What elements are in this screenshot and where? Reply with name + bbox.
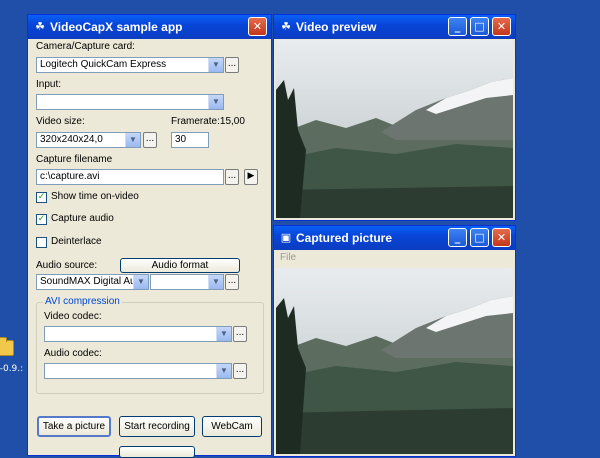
camera-settings-button[interactable]: ... — [225, 57, 239, 73]
minimize-button[interactable]: _ — [448, 228, 467, 247]
mountain-landscape-image — [276, 40, 513, 218]
maximize-button[interactable]: □ — [470, 17, 489, 36]
avi-compression-group: AVI compression Video codec: ▼ ... Audio… — [36, 296, 264, 394]
chevron-down-icon[interactable]: ▼ — [208, 275, 223, 289]
video-size-settings-button[interactable]: ... — [143, 132, 157, 148]
audio-format-button[interactable]: Audio format — [120, 258, 240, 273]
play-button[interactable]: ▶ — [244, 169, 258, 185]
captured-picture-titlebar[interactable]: ▣ Captured picture _ □ ✕ — [274, 226, 515, 250]
capture-audio-label: Capture audio — [51, 213, 114, 224]
audio-source-settings-button[interactable]: ... — [225, 274, 239, 290]
close-button[interactable]: ✕ — [492, 228, 511, 247]
video-size-select[interactable]: 320x240x24,0 ▼ — [36, 132, 141, 148]
deinterlace-checkbox[interactable] — [36, 237, 47, 248]
main-window: ☘ VideoCapX sample app ✕ Camera/Capture … — [27, 14, 272, 458]
desktop-icon-label: 2-0.9.: — [0, 364, 24, 374]
chevron-down-icon[interactable]: ▼ — [216, 364, 231, 378]
audio-source-second-select[interactable]: ▼ — [150, 274, 224, 290]
chevron-down-icon[interactable]: ▼ — [216, 327, 231, 341]
framerate-label: Framerate:15,00 — [171, 116, 245, 127]
mountain-landscape-image — [276, 268, 513, 454]
captured-picture-title: Captured picture — [296, 231, 393, 245]
captured-picture-window: ▣ Captured picture _ □ ✕ File — [273, 225, 516, 457]
video-preview-icon: ☘ — [281, 20, 291, 33]
browse-filename-button[interactable]: ... — [225, 169, 239, 185]
chevron-down-icon[interactable]: ▼ — [208, 58, 223, 72]
show-time-label: Show time on-video — [51, 191, 139, 202]
folder-icon — [0, 337, 14, 356]
camera-label: Camera/Capture card: — [36, 41, 135, 52]
audio-source-select[interactable]: SoundMAX Digital Au ▼ — [36, 274, 149, 290]
audio-source-label: Audio source: — [36, 260, 98, 271]
avi-compression-title: AVI compression — [43, 296, 122, 307]
framerate-input[interactable]: 30 — [171, 132, 209, 148]
video-size-value: 320x240x24,0 — [40, 134, 103, 145]
close-button[interactable]: ✕ — [248, 17, 267, 36]
capture-audio-checkbox[interactable]: ✓ — [36, 214, 47, 225]
menu-bar: File — [274, 251, 515, 267]
audio-codec-select[interactable]: ▼ — [44, 363, 232, 379]
minimize-button[interactable]: _ — [448, 17, 467, 36]
main-window-title: VideoCapX sample app — [50, 20, 183, 34]
video-size-label: Video size: — [36, 116, 85, 127]
captured-picture-image — [276, 268, 513, 454]
audio-codec-label: Audio codec: — [44, 348, 102, 359]
chevron-down-icon[interactable]: ▼ — [125, 133, 140, 147]
deinterlace-label: Deinterlace — [51, 236, 102, 247]
input-select[interactable]: ▼ — [36, 94, 224, 110]
camera-select[interactable]: Logitech QuickCam Express ▼ — [36, 57, 224, 73]
webcam-button[interactable]: WebCam — [202, 416, 262, 437]
show-time-checkbox[interactable]: ✓ — [36, 192, 47, 203]
video-codec-settings-button[interactable]: ... — [233, 326, 247, 342]
captured-picture-icon: ▣ — [280, 231, 292, 244]
chevron-down-icon[interactable]: ▼ — [133, 275, 148, 289]
video-preview-titlebar[interactable]: ☘ Video preview _ □ ✕ — [274, 15, 515, 39]
video-preview-image — [276, 40, 513, 218]
video-preview-title: Video preview — [296, 20, 377, 34]
start-recording-button[interactable]: Start recording — [119, 416, 195, 437]
main-window-titlebar[interactable]: ☘ VideoCapX sample app ✕ — [28, 15, 271, 39]
app-camera-icon: ☘ — [35, 20, 45, 33]
capture-filename-input[interactable]: c:\capture.avi — [36, 169, 224, 185]
extra-button[interactable] — [119, 446, 195, 458]
video-preview-window: ☘ Video preview _ □ ✕ — [273, 14, 516, 221]
audio-source-value: SoundMAX Digital Au — [40, 276, 136, 287]
video-codec-select[interactable]: ▼ — [44, 326, 232, 342]
desktop-folder-icon[interactable]: 2-0.9.: — [0, 337, 24, 380]
audio-codec-settings-button[interactable]: ... — [233, 363, 247, 379]
camera-select-value: Logitech QuickCam Express — [40, 59, 167, 70]
maximize-button[interactable]: □ — [470, 228, 489, 247]
input-label: Input: — [36, 79, 62, 90]
video-codec-label: Video codec: — [44, 311, 102, 322]
chevron-down-icon[interactable]: ▼ — [208, 95, 223, 109]
close-button[interactable]: ✕ — [492, 17, 511, 36]
take-picture-button[interactable]: Take a picture — [37, 416, 111, 437]
capture-filename-label: Capture filename — [36, 154, 113, 165]
menu-file[interactable]: File — [280, 252, 296, 263]
